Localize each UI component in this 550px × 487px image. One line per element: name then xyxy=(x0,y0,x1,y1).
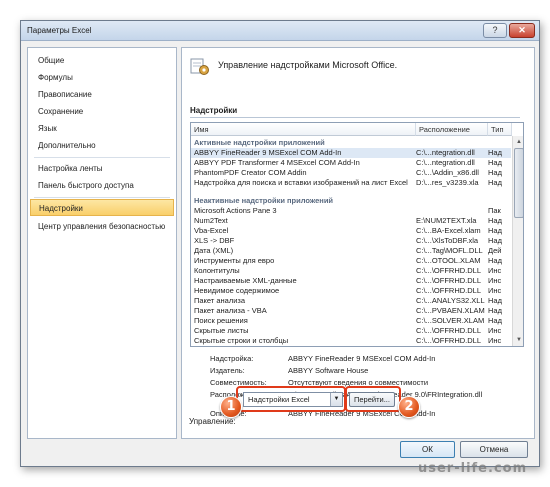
watermark: user-life.com xyxy=(418,461,528,476)
table-row[interactable]: Настраиваемые XML-данные C:\...\OFFRHD.D… xyxy=(191,276,511,286)
callout-badge-2: 2 xyxy=(398,396,420,418)
table-row[interactable]: Пакет анализа - VBA C:\...PVBAEN.XLAM На… xyxy=(191,306,511,316)
help-button[interactable]: ? xyxy=(483,23,507,38)
sidebar-item-advanced[interactable]: Дополнительно xyxy=(30,137,174,154)
close-button[interactable]: ✕ xyxy=(509,23,535,38)
options-sidebar: Общие Формулы Правописание Сохранение Яз… xyxy=(27,47,177,439)
publisher-label: Издатель: xyxy=(210,366,245,375)
sidebar-item-language[interactable]: Язык xyxy=(30,120,174,137)
scrollbar-thumb[interactable] xyxy=(514,148,523,218)
callout-highlight-select xyxy=(236,386,346,412)
table-row[interactable]: Колонтитулы C:\...\OFFRHD.DLL Инс xyxy=(191,266,511,276)
sidebar-item-proofing[interactable]: Правописание xyxy=(30,86,174,103)
table-row[interactable]: Поиск решения C:\...SOLVER.XLAM Над xyxy=(191,316,511,326)
sidebar-item-general[interactable]: Общие xyxy=(30,52,174,69)
publisher-value: ABBYY Software House xyxy=(288,366,369,375)
sidebar-item-addins[interactable]: Надстройки xyxy=(30,199,174,216)
table-row[interactable]: Microsoft Actions Pane 3 Пак xyxy=(191,206,511,216)
addin-value: ABBYY FineReader 9 MSExcel COM Add-In xyxy=(288,354,436,363)
scroll-down-icon[interactable]: ▼ xyxy=(514,335,523,345)
table-row[interactable]: ABBYY FineReader 9 MSExcel COM Add-In C:… xyxy=(191,148,511,158)
section-title: Надстройки xyxy=(190,106,238,115)
management-label: Управление: xyxy=(189,417,236,426)
table-row[interactable]: Num2Text E:\NUM2TEXT.xla Над xyxy=(191,216,511,226)
sidebar-item-formulas[interactable]: Формулы xyxy=(30,69,174,86)
table-scrollbar[interactable]: ▲ ▼ xyxy=(512,136,523,346)
table-row[interactable]: Дата (XML) C:\...Tag\MOFL.DLL Дей xyxy=(191,246,511,256)
table-row[interactable]: Скрытые строки и столбцы C:\...\OFFRHD.D… xyxy=(191,336,511,346)
table-row[interactable]: Инструменты для евро C:\...OTOOL.XLAM На… xyxy=(191,256,511,266)
table-row[interactable]: Невидимое содержимое C:\...\OFFRHD.DLL И… xyxy=(191,286,511,296)
sidebar-item-customize-ribbon[interactable]: Настройка ленты xyxy=(30,160,174,177)
callout-highlight-go xyxy=(345,386,401,412)
section-divider xyxy=(190,117,520,118)
table-row[interactable]: XLS -> DBF C:\...\XlsToDBF.xla Над xyxy=(191,236,511,246)
cancel-button[interactable]: Отмена xyxy=(460,441,528,458)
table-row[interactable]: Пакет анализа C:\...ANALYS32.XLL Над xyxy=(191,296,511,306)
scroll-up-icon[interactable]: ▲ xyxy=(514,137,523,147)
sidebar-item-trust-center[interactable]: Центр управления безопасностью xyxy=(30,218,174,235)
sidebar-divider xyxy=(34,157,170,158)
panel-heading: Управление надстройками Microsoft Office… xyxy=(218,60,398,70)
group-header-active: Активные надстройки приложений xyxy=(194,138,325,147)
addins-panel: Управление надстройками Microsoft Office… xyxy=(181,47,535,439)
table-row[interactable]: ABBYY PDF Transformer 4 MSExcel COM Add-… xyxy=(191,158,511,168)
group-header-inactive: Неактивные надстройки приложений xyxy=(194,196,334,205)
table-row[interactable]: Надстройка для поиска и вставки изображе… xyxy=(191,178,511,188)
callout-badge-1: 1 xyxy=(220,396,242,418)
sidebar-item-quick-access[interactable]: Панель быстрого доступа xyxy=(30,177,174,194)
title-bar: Параметры Excel ? ✕ xyxy=(21,21,539,41)
table-row[interactable]: Скрытые листы C:\...\OFFRHD.DLL Инс xyxy=(191,326,511,336)
window-title: Параметры Excel xyxy=(27,26,92,35)
sidebar-divider xyxy=(34,197,170,198)
column-header-location[interactable]: Расположение xyxy=(416,123,488,136)
sidebar-item-save[interactable]: Сохранение xyxy=(30,103,174,120)
addin-label: Надстройка: xyxy=(210,354,254,363)
ok-button[interactable]: ОК xyxy=(400,441,455,458)
column-header-name[interactable]: Имя xyxy=(191,123,416,136)
addins-table: Имя Расположение Тип Активные надстройки… xyxy=(190,122,524,347)
table-row[interactable]: Vba-Excel C:\...BA-Excel.xlam Над xyxy=(191,226,511,236)
addins-gear-icon xyxy=(190,58,209,75)
table-row[interactable]: PhantomPDF Creator COM Addin C:\...\Addi… xyxy=(191,168,511,178)
column-header-type[interactable]: Тип xyxy=(488,123,512,136)
